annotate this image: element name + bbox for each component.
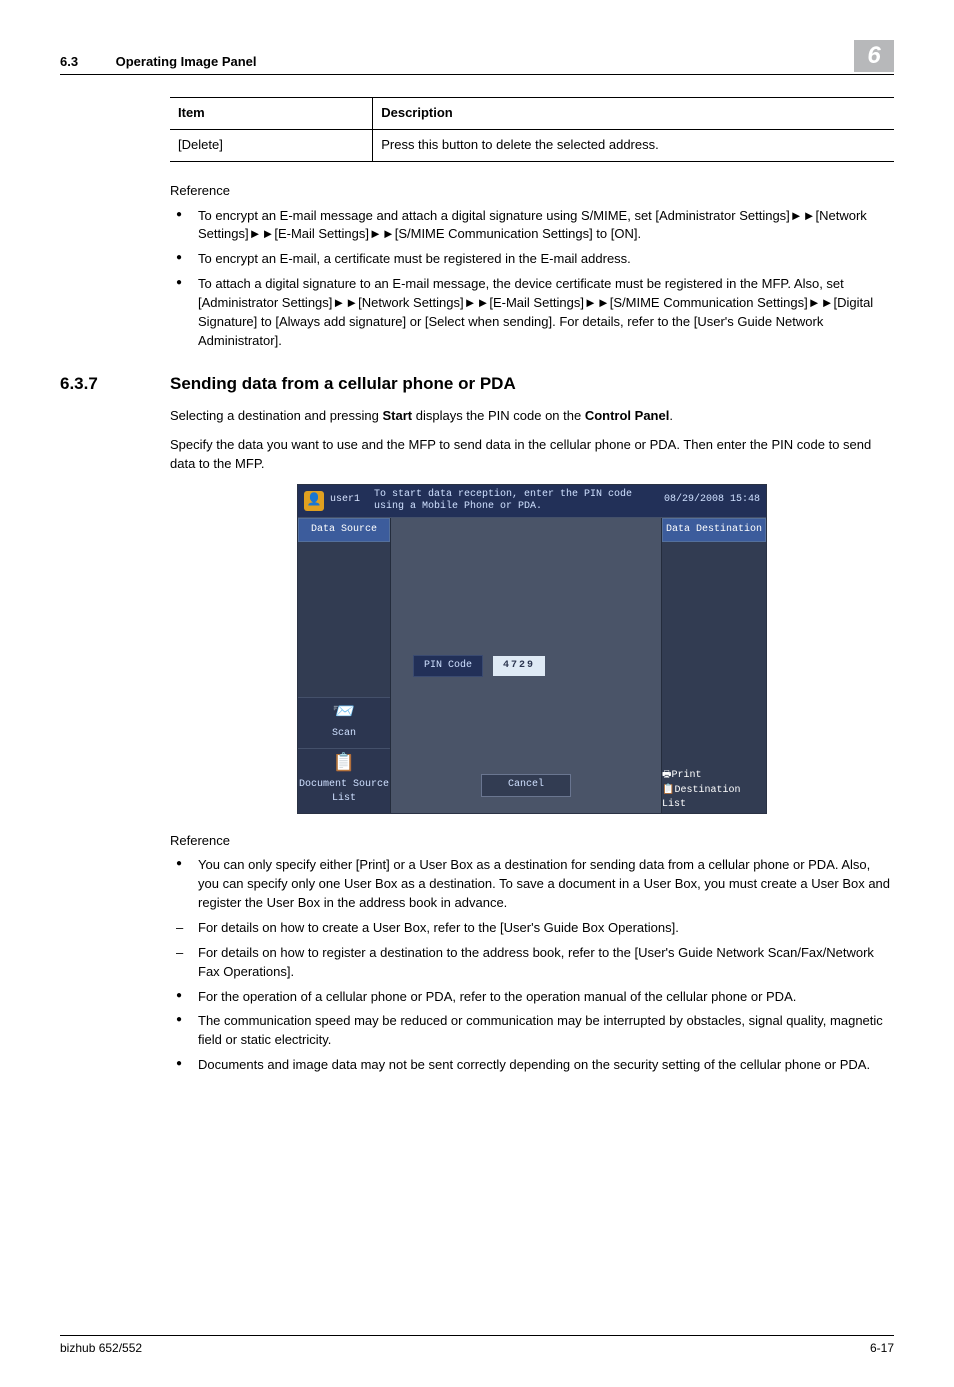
arrow-icon: ►►: [249, 226, 275, 241]
footer-model: bizhub 652/552: [60, 1340, 142, 1357]
list-item: Documents and image data may not be sent…: [170, 1056, 894, 1075]
arrow-icon: ►►: [369, 226, 395, 241]
panel-titlebar: 👤 user1 To start data reception, enter t…: [298, 485, 766, 518]
arrow-icon: ►►: [584, 295, 610, 310]
scan-icon: 📨: [298, 700, 390, 726]
item-description-table: Item Description [Delete] Press this but…: [170, 97, 894, 162]
subsection-heading: 6.3.7 Sending data from a cellular phone…: [60, 372, 894, 397]
list-item: For details on how to register a destina…: [170, 944, 894, 982]
subsection-number: 6.3.7: [60, 372, 170, 397]
data-destination-tab[interactable]: Data Destination: [662, 518, 766, 543]
subsection-title: Sending data from a cellular phone or PD…: [170, 372, 516, 397]
table-header-description: Description: [373, 98, 894, 130]
footer-page-number: 6-17: [870, 1340, 894, 1357]
arrow-icon: ►►: [464, 295, 490, 310]
table-cell-description: Press this button to delete the selected…: [373, 129, 894, 161]
document-source-list-button[interactable]: 📋Document Source List: [298, 748, 390, 813]
list-item: To encrypt an E-mail, a certificate must…: [170, 250, 894, 269]
list-item: To encrypt an E-mail message and attach …: [170, 207, 894, 245]
list-item: To attach a digital signature to an E-ma…: [170, 275, 894, 350]
panel-instruction: To start data reception, enter the PIN c…: [374, 489, 664, 513]
pin-code-row: PIN Code 4729: [413, 655, 639, 678]
arrow-icon: ►►: [790, 208, 816, 223]
arrow-icon: ►►: [332, 295, 358, 310]
table-row: [Delete] Press this button to delete the…: [170, 129, 894, 161]
reference-list-1: To encrypt an E-mail message and attach …: [170, 207, 894, 351]
table-header-item: Item: [170, 98, 373, 130]
data-source-tab[interactable]: Data Source: [298, 518, 390, 543]
list-icon: 📋: [298, 751, 390, 777]
reference-heading-1: Reference: [170, 182, 894, 201]
destination-list-button[interactable]: 📋Destination List: [662, 784, 766, 813]
body-paragraph: Selecting a destination and pressing Sta…: [170, 407, 894, 426]
control-panel-screen: 👤 user1 To start data reception, enter t…: [297, 484, 767, 814]
device-screenshot: 👤 user1 To start data reception, enter t…: [170, 484, 894, 814]
panel-left-sidebar: Data Source 📨Scan 📋Document Source List: [298, 518, 390, 813]
reference-heading-2: Reference: [170, 832, 894, 851]
list-item: For the operation of a cellular phone or…: [170, 988, 894, 1007]
header-section-number: 6.3: [60, 53, 112, 72]
body-paragraph: Specify the data you want to use and the…: [170, 436, 894, 474]
list-item: The communication speed may be reduced o…: [170, 1012, 894, 1050]
print-button[interactable]: 🖶Print: [662, 769, 766, 784]
panel-timestamp: 08/29/2008 15:48: [664, 493, 760, 508]
panel-main-area: PIN Code 4729 Cancel: [390, 518, 662, 813]
scan-button[interactable]: 📨Scan: [298, 697, 390, 748]
reference-list-2: You can only specify either [Print] or a…: [170, 856, 894, 1074]
running-header: 6.3 Operating Image Panel: [60, 53, 257, 72]
header-section-title: Operating Image Panel: [116, 54, 257, 69]
pin-code-label: PIN Code: [413, 655, 483, 678]
panel-username: user1: [330, 493, 360, 508]
list-icon: 📋: [662, 785, 674, 796]
panel-right-sidebar: Data Destination 🖶Print 📋Destination Lis…: [662, 518, 766, 813]
chapter-number-badge: 6: [854, 40, 894, 72]
table-cell-item: [Delete]: [170, 129, 373, 161]
cancel-button[interactable]: Cancel: [481, 774, 571, 797]
table-header-row: Item Description: [170, 98, 894, 130]
arrow-icon: ►►: [808, 295, 834, 310]
user-icon: 👤: [304, 491, 324, 511]
page-header: 6.3 Operating Image Panel 6: [60, 40, 894, 75]
pin-code-value: 4729: [493, 656, 545, 677]
list-item: For details on how to create a User Box,…: [170, 919, 894, 938]
list-item: You can only specify either [Print] or a…: [170, 856, 894, 913]
page-footer: bizhub 652/552 6-17: [60, 1335, 894, 1357]
